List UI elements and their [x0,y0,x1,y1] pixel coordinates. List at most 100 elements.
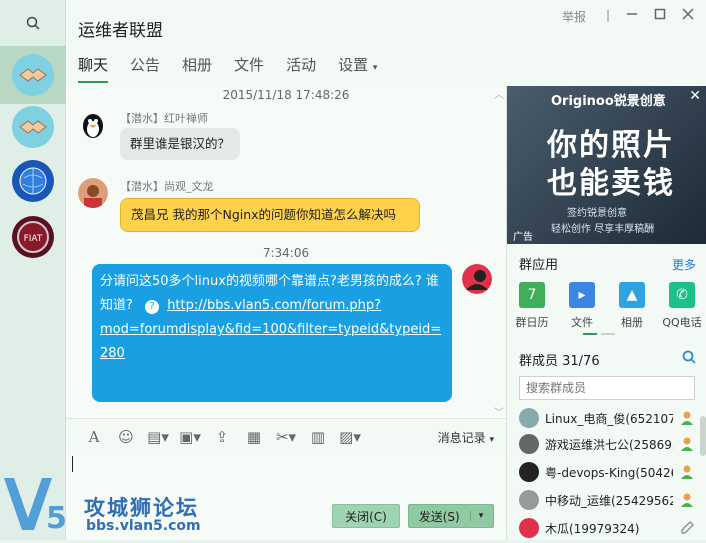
app-label: QQ电话 [662,316,702,329]
admin-icon [681,411,693,425]
user-avatar[interactable] [78,178,108,208]
member-search-input[interactable] [519,376,695,400]
redpacket-button[interactable]: ▥ [302,425,334,449]
present-icon: ▦ [246,427,262,446]
font-button[interactable]: A [78,425,110,449]
folder-icon: ▸ [569,282,595,308]
tab-settings[interactable]: 设置 ▾ [338,54,377,83]
svg-text:FIAT: FIAT [24,234,43,244]
tab-activity[interactable]: 活动 [286,54,316,83]
maximize-icon [654,8,666,20]
tab-chat[interactable]: 聊天 [78,54,109,83]
image-icon: ▣▾ [179,427,201,446]
upload-button[interactable]: ⇪ [206,425,238,449]
image-button[interactable]: ▣▾ [174,425,206,449]
message-bubble: 茂昌兄 我的那个Nginx的问题你知道怎么解决吗 [120,198,420,232]
pager-dot[interactable] [601,333,615,335]
ad-close-icon[interactable]: ✕ [689,88,701,104]
member-name: 木瓜(19979324) [545,521,640,536]
gift-icon: ▤▾ [147,427,169,446]
pager-dot[interactable] [583,333,597,335]
font-icon: A [88,427,100,446]
member-name: 粤-devops-King(504264 [545,465,673,480]
send-options-icon[interactable]: ▾ [469,511,483,521]
member-avatar [519,518,539,538]
own-message-bubble: 分请问这50多个linux的视频哪个靠谱点?老男孩的成么? 谁 知道? ? ht… [92,264,452,402]
phone-icon: ✆ [669,282,695,308]
message-history-button[interactable]: 消息记录 ▾ [438,429,494,446]
ad-headline-2: 也能卖钱 [547,166,675,201]
rail-group-1[interactable] [0,46,66,104]
member-row[interactable]: 粤-devops-King(504264 [519,460,695,484]
rail-group-2[interactable] [0,98,66,156]
svg-text:5: 5 [46,501,67,536]
apps-more-link[interactable]: 更多 [672,256,696,273]
admin-icon [681,437,693,451]
screenshot-button[interactable]: ✂▾ [270,425,302,449]
timestamp: 2015/11/18 17:48:26 [222,88,350,102]
edit-icon[interactable] [679,520,695,536]
minimize-button[interactable] [626,8,638,23]
admin-icon [681,493,693,507]
chat-messages[interactable]: ︿ 2015/11/18 17:48:26 【潜水】红叶禅师 群里谁是银汉的？ … [66,86,506,418]
member-row[interactable]: 木瓜(19979324) [519,516,695,540]
scroll-down-icon[interactable]: ﹀ [494,404,504,418]
member-name: 游戏运维洪七公(258695 [545,437,673,452]
close-icon [682,8,694,20]
scissors-icon: ✂▾ [275,427,297,446]
send-button[interactable]: 发送(S) ▾ [408,504,494,528]
tab-settings-label: 设置 [338,56,369,74]
app-files[interactable]: ▸ 文件 [559,282,605,330]
search-button[interactable] [0,0,66,46]
side-panel: Originoo锐景创意 你的照片 也能卖钱 签约锐景创意 轻松创作 尽享丰厚稿… [506,86,706,540]
member-row[interactable]: Linux_电商_俊(652107 [519,406,695,430]
maximize-button[interactable] [654,8,666,23]
timestamp: 7:34:06 [262,246,310,260]
handshake-avatar [12,54,54,96]
magic-button[interactable]: ▤▾ [142,425,174,449]
member-avatar [519,434,539,454]
member-name: 中移动_运维(254295624 [545,493,673,508]
app-calendar[interactable]: 7 群日历 [509,282,555,330]
more-tools-button[interactable]: ▨▾ [334,425,366,449]
app-album[interactable]: ▲ 相册 [609,282,655,330]
tab-album[interactable]: 相册 [182,54,212,83]
chat-tools-icon: ▨▾ [339,427,361,446]
link-icon: ? [145,300,160,314]
app-qq-call[interactable]: ✆ QQ电话 [659,282,705,330]
close-window-button[interactable] [682,8,694,23]
own-avatar[interactable] [462,264,492,294]
member-search-icon[interactable] [682,350,696,367]
fiat-avatar: FIAT [12,216,54,258]
report-link[interactable]: 举报 [562,8,586,25]
chat-header: 运维者联盟 举报 | 聊天 公告 相册 文件 活动 设置 ▾ [66,0,706,86]
upload-icon: ⇪ [215,427,229,446]
apps-pager[interactable] [583,333,615,335]
forum-watermark: 5 攻城狮论坛 bbs.vlan5.com [0,470,210,540]
gift-button[interactable]: ▦ [238,425,270,449]
link-part: mod=forumdisplay&fid=100&filter=typeid&t… [100,322,442,337]
member-avatar [519,490,539,510]
handshake-avatar [12,106,54,148]
close-button[interactable]: 关闭(C) [332,504,400,528]
history-label: 消息记录 [437,431,486,445]
minimize-icon [627,13,637,15]
ad-banner[interactable]: Originoo锐景创意 你的照片 也能卖钱 签约锐景创意 轻松创作 尽享丰厚稿… [507,86,706,244]
search-icon [26,16,40,30]
rail-group-3[interactable] [0,152,66,210]
member-row[interactable]: 游戏运维洪七公(258695 [519,432,695,456]
ad-brand: Originoo锐景创意 [551,94,666,109]
rail-group-4[interactable]: FIAT [0,208,66,266]
emoji-button[interactable]: ☺ [110,425,142,449]
tab-notice[interactable]: 公告 [130,54,160,83]
link-part: 280 [100,346,125,361]
sender-name: 【潜水】红叶禅师 [120,112,208,125]
tab-files[interactable]: 文件 [234,54,264,83]
red-packet-icon: ▥ [310,427,326,446]
divider: | [606,8,611,22]
member-row[interactable]: 中移动_运维(254295624 [519,488,695,512]
penguin-avatar[interactable] [78,110,108,140]
member-scrollbar[interactable] [700,416,706,456]
globe-avatar [12,160,54,202]
calendar-icon: 7 [519,282,545,308]
